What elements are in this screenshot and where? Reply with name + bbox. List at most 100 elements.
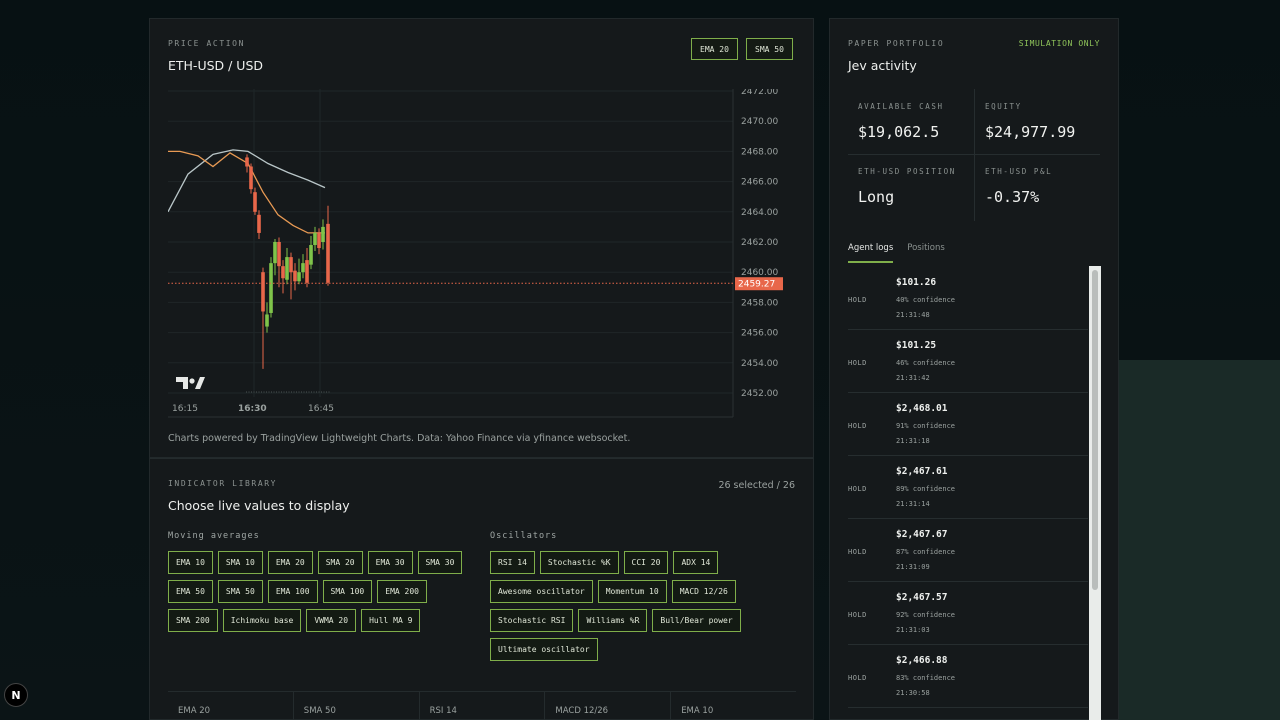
indicator-tag-ema-30[interactable]: EMA 30 [367,551,413,574]
log-action: HOLD [848,422,867,430]
indicator-tag-sma-100[interactable]: SMA 100 [322,580,373,603]
sma50-toggle-button[interactable]: SMA 50 [746,38,793,60]
candle-body [297,272,301,282]
tradingview-logo-icon[interactable] [176,377,205,389]
indicator-tag-adx-14[interactable]: ADX 14 [673,551,719,574]
live-value-ema10: EMA 10 [681,706,714,716]
indicator-tag-cci-20[interactable]: CCI 20 [623,551,669,574]
indicator-tag-hull-ma-9[interactable]: Hull MA 9 [361,609,421,632]
log-price: $2,468.01 [896,403,948,414]
log-action: HOLD [848,611,867,619]
candle-body [277,242,281,267]
log-time: 21:31:48 [896,311,930,319]
log-item: HOLD $2,467.57 92% confidence 21:31:03 [848,582,1088,645]
equity-label: EQUITY [985,102,1022,111]
y-tick-label: 2458.00 [741,298,778,308]
portfolio-title: Jev activity [848,58,917,73]
last-price-label: 2459.27 [738,280,775,290]
candle-body [317,232,321,249]
indicator-tag-williams-r[interactable]: Williams %R [578,609,648,632]
indicator-tag-stochastic-rsi[interactable]: Stochastic RSI [490,609,574,632]
candle-body [253,192,257,212]
indicator-tag-awesome-oscillator[interactable]: Awesome oscillator [490,580,593,603]
indicator-tag-vwma-20[interactable]: VWMA 20 [306,609,357,632]
indicator-tag-momentum-10[interactable]: Momentum 10 [597,580,667,603]
agent-logs-list: HOLD $101.26 40% confidence 21:31:48 HOLD $10… [848,267,1088,720]
candle-body [245,157,249,167]
indicator-tag-sma-200[interactable]: SMA 200 [168,609,218,632]
candle-body [249,166,253,190]
tab-agent-logs[interactable]: Agent logs [848,243,894,263]
position-label: ETH-USD POSITION [858,167,956,176]
indicator-tag-ema-10[interactable]: EMA 10 [168,551,213,574]
cash-value: $19,062.5 [858,123,940,141]
logs-scrollbar[interactable] [1089,266,1101,720]
portfolio-eyebrow: PAPER PORTFOLIO [848,39,945,48]
log-time: 21:31:18 [896,437,930,445]
candlestick-chart[interactable]: 2472.00 2470.00 2468.00 2466.00 2464.00 2462.… [168,89,788,429]
equity-stat: EQUITY $24,977.99 [985,102,1075,141]
log-confidence: 91% confidence [896,422,956,430]
indicator-tag-rsi-14[interactable]: RSI 14 [490,551,535,574]
log-time: 21:31:42 [896,374,930,382]
indicator-tag-sma-50[interactable]: SMA 50 [217,580,263,603]
indicator-tag-ema-100[interactable]: EMA 100 [267,580,318,603]
log-item: HOLD $2,468.01 91% confidence 21:31:18 [848,393,1088,456]
log-item: HOLD $101.26 40% confidence 21:31:48 [848,267,1088,330]
portfolio-tabs: Agent logs Positions [848,243,945,263]
indicator-tag-ema-200[interactable]: EMA 200 [377,580,427,603]
live-value-sma50: SMA 50 [294,692,420,720]
indicator-tag-sma-10[interactable]: SMA 10 [217,551,263,574]
log-time: 21:31:03 [896,626,930,634]
candle-body [305,260,309,283]
y-tick-label: 2456.00 [741,329,778,339]
y-tick-label: 2468.00 [741,147,778,157]
live-value-ema20: EMA 20 [168,692,294,720]
pnl-label: ETH-USD P&L [985,167,1053,176]
indicator-tag-ema-20[interactable]: EMA 20 [267,551,313,574]
log-item: HOLD $2,466.88 83% confidence 21:30:58 [848,645,1088,708]
indicator-tag-stochastic-k[interactable]: Stochastic %K [539,551,619,574]
log-price: $2,467.57 [896,592,948,603]
candle-body [321,226,325,242]
tab-positions[interactable]: Positions [907,243,945,263]
log-confidence: 89% confidence [896,485,956,493]
pnl-stat: ETH-USD P&L -0.37% [985,167,1052,206]
candle-body [269,263,273,313]
candle-body [313,232,317,246]
indicator-tag-macd-12-26[interactable]: MACD 12/26 [671,580,736,603]
live-value-macd: MACD 12/26 [545,692,672,720]
log-confidence: 87% confidence [896,548,956,556]
y-tick-label: 2454.00 [741,359,778,369]
log-action: HOLD [848,485,867,493]
ema20-toggle-button[interactable]: EMA 20 [691,38,738,60]
indicator-tag-ema-50[interactable]: EMA 50 [168,580,213,603]
indicator-library-panel: INDICATOR LIBRARY Choose live values to … [149,458,814,720]
candle-body [289,257,293,273]
price-eyebrow: PRICE ACTION [168,39,245,48]
moving-averages-title: Moving averages [168,531,260,541]
indicator-tag-sma-20[interactable]: SMA 20 [317,551,363,574]
moving-averages-row: EMA 10 SMA 10 EMA 20 SMA 20 EMA 30 SMA 30 [168,551,463,574]
position-stat: ETH-USD POSITION Long [858,167,956,206]
indicator-tag-bull-bear-power[interactable]: Bull/Bear power [652,609,741,632]
log-price: $2,467.67 [896,529,948,540]
logs-scroll-thumb[interactable] [1092,270,1098,590]
chart-caption: Charts powered by TradingView Lightweigh… [168,433,631,444]
indicator-tag-ichimoku-base[interactable]: Ichimoku base [222,609,302,632]
indicator-tag-ultimate-oscillator[interactable]: Ultimate oscillator [490,638,598,661]
background-accent [1118,360,1280,720]
y-tick-label: 2470.00 [741,117,778,127]
log-action: HOLD [848,674,867,682]
next-dev-badge[interactable]: N [4,683,28,707]
moving-averages-row: EMA 50 SMA 50 EMA 100 SMA 100 EMA 200 [168,580,427,603]
indicator-tag-sma-30[interactable]: SMA 30 [417,551,463,574]
candle-body [293,270,297,282]
log-time: 21:31:09 [896,563,930,571]
x-tick-label: 16:15 [172,404,198,414]
candle-body [301,263,305,273]
indicator-title: Choose live values to display [168,498,350,513]
log-price: $2,467.61 [896,466,948,477]
log-price: $101.25 [896,340,937,351]
oscillators-title: Oscillators [490,531,558,541]
